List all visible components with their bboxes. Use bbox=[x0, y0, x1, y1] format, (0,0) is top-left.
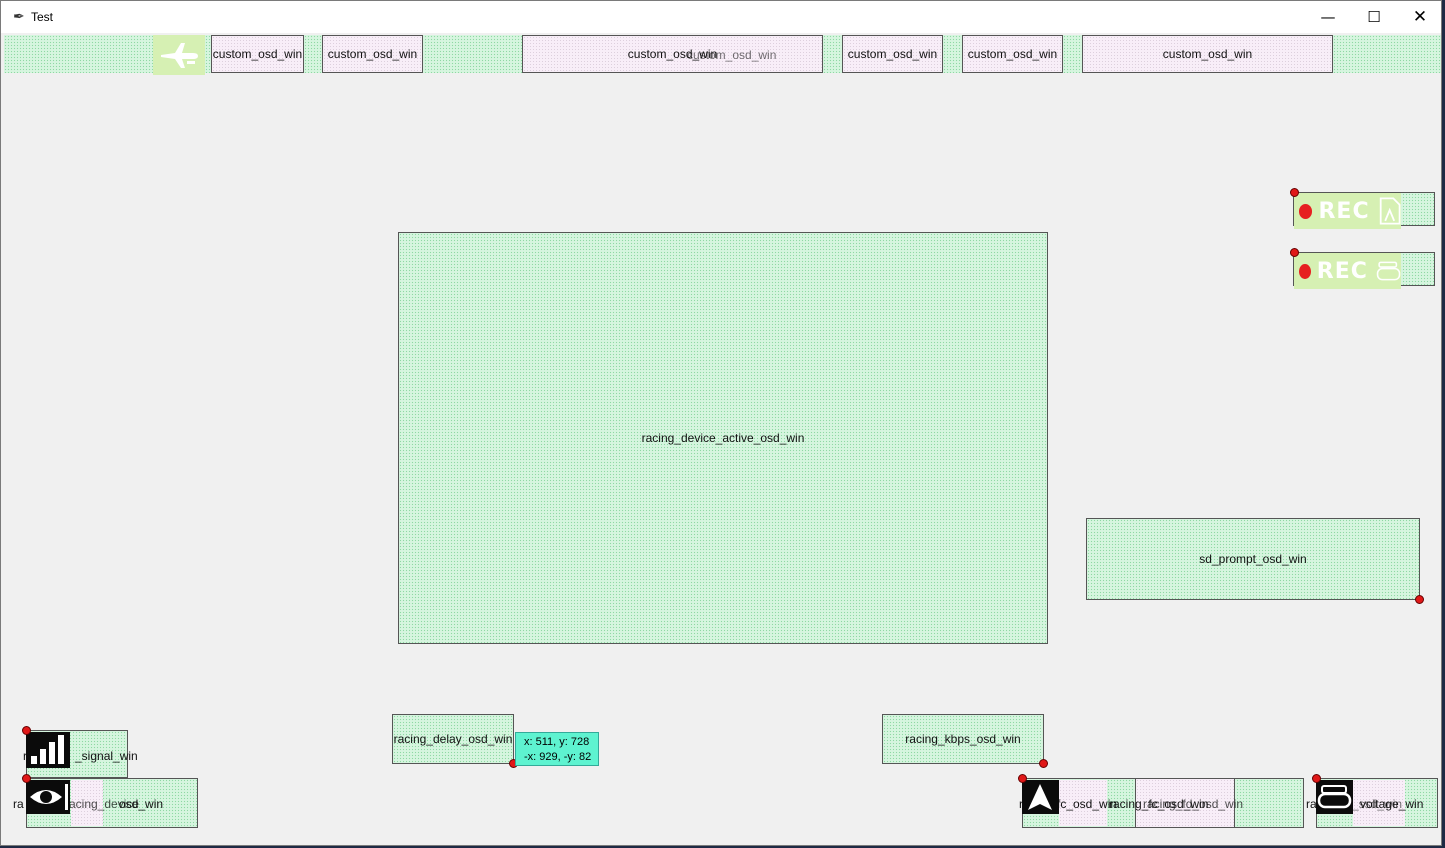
resize-handle[interactable] bbox=[1415, 595, 1424, 604]
sd-card-rec-icon: REC bbox=[1294, 193, 1401, 229]
delay-label: racing_delay_osd_win bbox=[393, 732, 513, 746]
signal-win-label: _signal_win bbox=[75, 749, 138, 763]
resize-handle[interactable] bbox=[1290, 248, 1299, 257]
coordinate-tooltip: x: 511, y: 728 -x: 929, -y: 82 bbox=[515, 732, 599, 766]
feather-icon: ✒ bbox=[13, 9, 25, 25]
minimize-button[interactable]: — bbox=[1305, 1, 1351, 33]
close-button[interactable]: ✕ bbox=[1397, 1, 1441, 33]
record-dot-icon bbox=[1299, 203, 1313, 219]
maximize-button[interactable]: ☐ bbox=[1351, 1, 1397, 33]
goggles-rec-icon: REC bbox=[1294, 253, 1401, 289]
resize-handle[interactable] bbox=[1018, 774, 1027, 783]
title-bar[interactable]: ✒ Test — ☐ ✕ bbox=[1, 1, 1441, 33]
sd-prompt-osd-win[interactable]: sd_prompt_osd_win bbox=[1086, 518, 1420, 600]
custom-osd-win-6[interactable]: custom_osd_win bbox=[1082, 35, 1333, 73]
resize-handle[interactable] bbox=[1312, 774, 1321, 783]
app-window: ✒ Test — ☐ ✕ custom_osd_win custom_osd_w… bbox=[0, 0, 1442, 846]
rec-text: REC bbox=[1318, 198, 1370, 224]
signal-bars-icon bbox=[26, 732, 70, 768]
device-win-label: osd_win bbox=[119, 797, 164, 811]
racing-kbps-osd-win[interactable]: racing_kbps_osd_win bbox=[882, 714, 1044, 764]
airplane-icon[interactable] bbox=[153, 35, 205, 75]
racing-delay-osd-win[interactable]: racing_delay_osd_win bbox=[392, 714, 514, 764]
custom-osd-win-label: custom_osd_win bbox=[327, 47, 418, 61]
custom-osd-win-4[interactable]: custom_osd_win bbox=[842, 35, 943, 73]
device-win-prefix: ra bbox=[13, 797, 24, 811]
window-title: Test bbox=[31, 10, 54, 24]
resize-handle[interactable] bbox=[22, 774, 31, 783]
kbps-label: racing_kbps_osd_win bbox=[905, 732, 1021, 746]
rec-text: REC bbox=[1316, 258, 1368, 284]
custom-osd-win-label: custom_osd_win bbox=[1162, 47, 1253, 61]
custom-osd-win-label: custom_osd_win bbox=[847, 47, 938, 61]
ssd-win-label: _ssd_win bbox=[1352, 797, 1403, 811]
racing-device-active-label: racing_device_active_osd_win bbox=[641, 431, 805, 445]
goggles-icon bbox=[1376, 261, 1401, 281]
resize-handle[interactable] bbox=[1290, 188, 1299, 197]
racing-fd-win-label: racing_fd_osd_win bbox=[1143, 797, 1244, 811]
custom-osd-win-label: custom_osd_win bbox=[212, 47, 303, 61]
record-dot-icon bbox=[1299, 263, 1311, 279]
vr-goggles-icon bbox=[1316, 780, 1353, 814]
navigation-arrow-icon bbox=[1022, 780, 1059, 814]
sd-prompt-label: sd_prompt_osd_win bbox=[1199, 552, 1307, 566]
custom-osd-win-5[interactable]: custom_osd_win bbox=[962, 35, 1063, 73]
custom-osd-win-1[interactable]: custom_osd_win bbox=[211, 35, 304, 73]
racing-device-active-osd-win[interactable]: racing_device_active_osd_win bbox=[398, 232, 1048, 644]
sd-card-icon bbox=[1379, 197, 1401, 225]
custom-osd-win-label: custom_osd_win bbox=[967, 47, 1058, 61]
custom-osd-win-overlap-label: custom_osd_win bbox=[687, 48, 777, 62]
custom-osd-win-2[interactable]: custom_osd_win bbox=[322, 35, 423, 73]
resize-handle[interactable] bbox=[22, 726, 31, 735]
custom-osd-win-3[interactable]: custom_osd_win custom_osd_win bbox=[522, 35, 823, 73]
resize-handle[interactable] bbox=[1039, 759, 1048, 768]
tooltip-line-2: -x: 929, -y: 82 bbox=[524, 751, 592, 763]
eye-icon bbox=[26, 780, 70, 814]
tooltip-line-1: x: 511, y: 728 bbox=[524, 736, 590, 748]
